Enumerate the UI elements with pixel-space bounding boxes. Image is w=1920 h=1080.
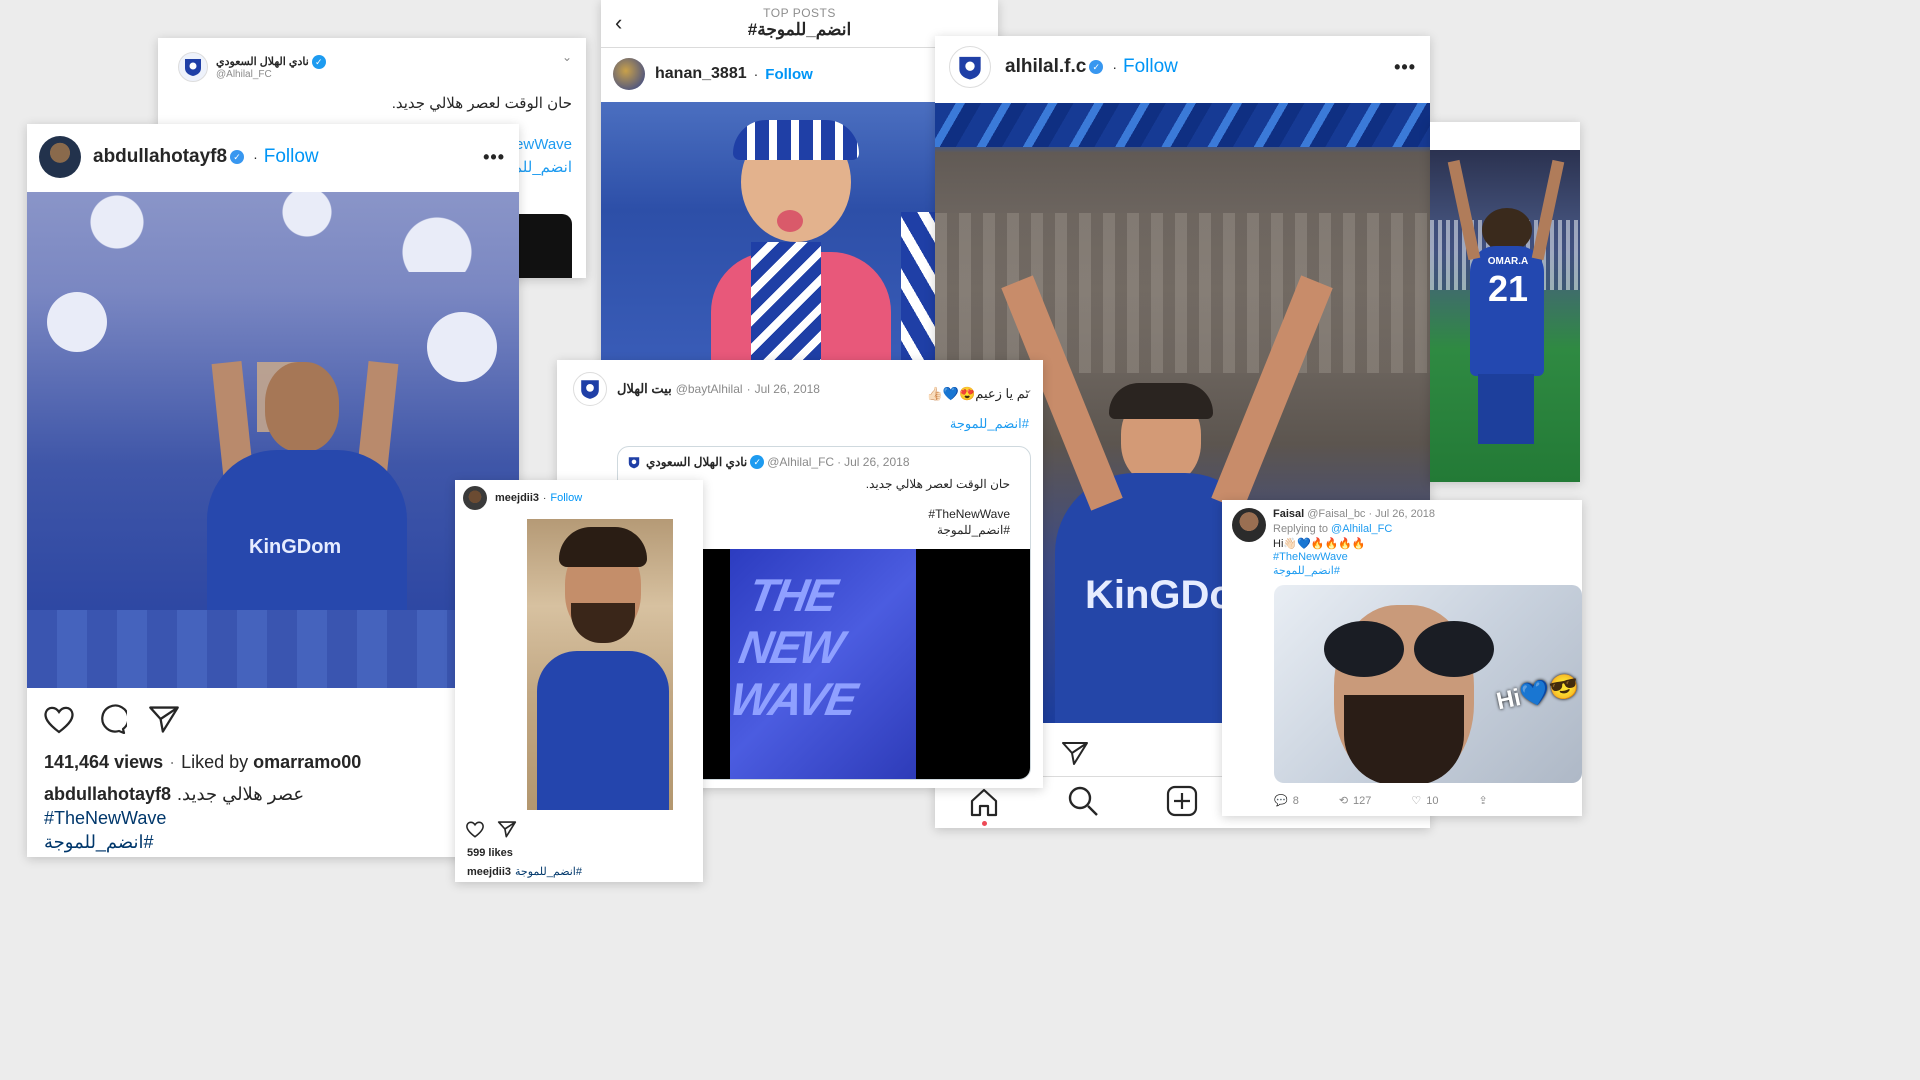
heart-icon[interactable] [465, 820, 485, 838]
post-username[interactable]: hanan_3881 [655, 65, 747, 83]
caption-hashtag-en[interactable]: #TheNewWave [44, 808, 166, 829]
avatar[interactable] [39, 136, 81, 178]
caption-text: عصر هلالي جديد. [177, 784, 305, 804]
share-icon[interactable] [497, 820, 517, 838]
avatar[interactable] [463, 486, 487, 510]
replying-prefix: Replying to [1273, 523, 1329, 535]
tweet-text: Hi👋🏻💙🔥🔥🔥🔥 [1273, 538, 1366, 550]
tweet-card-faisal[interactable]: Faisal @Faisal_bc · Jul 26, 2018 Replyin… [1222, 500, 1582, 816]
caption-username[interactable]: abdullahotayf8 [44, 784, 171, 805]
ig-omar-card[interactable]: OMAR.A 21 [1430, 122, 1580, 482]
caption-username[interactable]: meejdii3 [467, 866, 511, 878]
quoted-text: حان الوقت لعصر هلالي جديد. [865, 477, 1010, 491]
share-icon[interactable] [148, 704, 180, 734]
likes-count[interactable]: 599 likes [467, 847, 513, 859]
tweet-handle[interactable]: @Faisal_bc [1307, 508, 1365, 520]
liked-by-user[interactable]: omarramo00 [253, 752, 361, 773]
tweet-author-name[interactable]: بيت الهلال [617, 381, 672, 397]
tweet-author-name[interactable]: Faisal [1273, 508, 1304, 520]
quoted-hashtag-en[interactable]: #TheNewWave [928, 507, 1010, 521]
avatar[interactable] [1232, 508, 1266, 542]
shirt-sponsor-text: KinGDom [249, 536, 342, 558]
like-count: 10 [1426, 794, 1439, 807]
caption-hashtag[interactable]: #انضم_للموجة [515, 865, 582, 878]
comment-icon[interactable] [95, 704, 127, 734]
post-photo-selfie[interactable] [527, 519, 673, 810]
verified-icon: ✓ [750, 455, 765, 469]
alhilal-crest-icon [628, 456, 640, 468]
home-notification-dot [982, 821, 987, 826]
new-post-icon[interactable] [1166, 785, 1198, 817]
heart-icon[interactable] [43, 704, 75, 734]
liked-by-prefix: Liked by [181, 752, 249, 772]
caption-hashtag-ar[interactable]: #انضم_للموجة [44, 832, 154, 853]
chevron-down-icon[interactable]: ⌄ [562, 50, 572, 64]
avatar[interactable] [178, 52, 208, 82]
share-icon[interactable] [1061, 740, 1089, 766]
quoted-hashtag-ar[interactable]: #انضم_للموجة [710, 523, 1010, 537]
photo-sticker-text: Hi💙😎 [1494, 671, 1582, 716]
quoted-handle[interactable]: @Alhilal_FC [767, 455, 834, 469]
like-icon[interactable]: ♡ [1411, 794, 1421, 807]
replying-to-handle[interactable]: @Alhilal_FC [1331, 523, 1392, 535]
tweet-hashtag-en[interactable]: #TheNewWave [1273, 551, 1348, 563]
tweet-hashtag-ar[interactable]: #انضم_للموجة [1273, 564, 1340, 577]
post-username[interactable]: alhilal.f.c [1005, 56, 1086, 78]
tweet-handle[interactable]: @Alhilal_FC [216, 69, 329, 80]
video-title: THE NEW WAVE [726, 569, 860, 725]
reply-count: 8 [1292, 794, 1299, 807]
post-username[interactable]: abdullahotayf8 [93, 146, 227, 168]
avatar[interactable] [573, 372, 607, 406]
alhilal-crest-icon [185, 59, 201, 76]
follow-button[interactable]: Follow [1123, 56, 1178, 78]
alhilal-crest-icon [959, 56, 981, 79]
tweet-photo-selfie[interactable]: Hi💙😎 [1274, 585, 1582, 783]
alhilal-crest-icon [581, 380, 599, 399]
retweet-icon[interactable]: ⟲ [1339, 794, 1348, 807]
more-options-icon[interactable]: ••• [483, 147, 505, 168]
views-count[interactable]: 141,464 views [44, 752, 163, 773]
post-video-abdulla[interactable]: KinGDom [27, 192, 519, 688]
share-icon[interactable]: ⇪ [1479, 794, 1488, 807]
follow-button[interactable]: Follow [264, 146, 319, 168]
ig-meej-card[interactable]: meejdii3 · Follow 599 likes meejdii3 #ان… [455, 480, 703, 882]
tweet-author-name[interactable]: نادي الهلال السعودي [216, 55, 309, 68]
home-icon[interactable] [969, 787, 999, 817]
retweet-count: 127 [1353, 794, 1372, 807]
tweet-hashtag[interactable]: #انضم_للموجة [729, 416, 1029, 432]
post-photo-omar[interactable]: OMAR.A 21 [1430, 150, 1580, 482]
verified-icon: ✓ [230, 150, 245, 164]
tweet-text: تم يا زعيم😍💙👍🏻 [926, 386, 1029, 401]
tweet-date[interactable]: Jul 26, 2018 [1375, 508, 1435, 520]
more-options-icon[interactable]: ••• [1394, 57, 1416, 78]
top-posts-header: TOP POSTS [763, 6, 836, 20]
quoted-author-name[interactable]: نادي الهلال السعودي [646, 455, 747, 469]
ig-abdulla-card[interactable]: abdullahotayf8 ✓ · Follow ••• KinGDom 14… [27, 124, 519, 857]
follow-button[interactable]: Follow [550, 492, 582, 504]
verified-icon: ✓ [1089, 60, 1104, 74]
avatar[interactable] [613, 58, 645, 90]
verified-icon: ✓ [311, 54, 326, 69]
avatar[interactable] [949, 46, 991, 88]
reply-icon[interactable]: 💬 [1274, 794, 1288, 807]
tweet-text: حان الوقت لعصر هلالي جديد. [391, 95, 572, 112]
jersey-name: OMAR.A [1487, 256, 1529, 267]
post-username[interactable]: meejdii3 [495, 492, 539, 504]
search-icon[interactable] [1067, 785, 1099, 817]
jersey-number: 21 [1487, 268, 1529, 309]
follow-button[interactable]: Follow [765, 66, 813, 83]
quoted-date[interactable]: Jul 26, 2018 [844, 455, 909, 469]
